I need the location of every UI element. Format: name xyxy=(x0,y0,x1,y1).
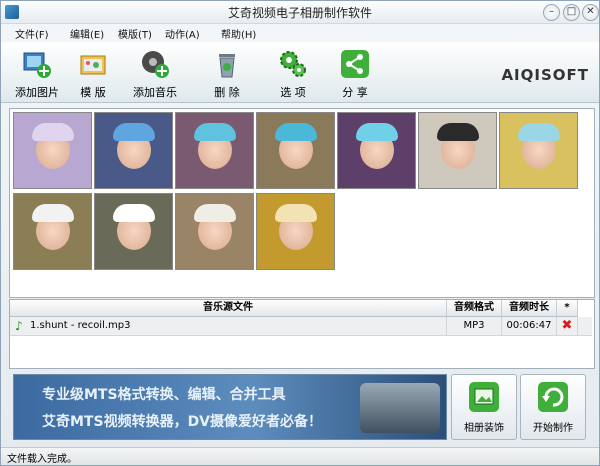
start-making-button[interactable]: 开始制作 xyxy=(520,374,586,440)
column-header-duration[interactable]: 音频时长 xyxy=(502,300,557,317)
recycle-bin-icon xyxy=(219,54,235,78)
menu-template[interactable]: 模版(T) xyxy=(118,26,152,41)
add-music-button[interactable]: 添加音乐 xyxy=(119,42,191,102)
music-format: MP3 xyxy=(447,317,502,335)
share-icon xyxy=(341,50,369,78)
column-header-file[interactable]: 音乐源文件 xyxy=(10,300,447,317)
menu-edit[interactable]: 编辑(E) xyxy=(70,26,104,41)
photo-thumbnail[interactable] xyxy=(94,193,173,270)
photo-thumbnail[interactable] xyxy=(256,112,335,189)
maximize-button[interactable]: □ xyxy=(563,4,580,21)
photo-thumbnail[interactable] xyxy=(94,112,173,189)
decorate-label: 相册装饰 xyxy=(464,423,504,434)
add-photo-icon xyxy=(23,52,51,78)
row-file-cell: ♪ 1.shunt - recoil.mp3 xyxy=(10,317,447,335)
close-button[interactable]: ✕ xyxy=(582,4,599,21)
music-note-icon: ♪ xyxy=(15,319,23,333)
photo-thumbnail[interactable] xyxy=(13,193,92,270)
start-icon xyxy=(538,382,568,412)
delete-button[interactable]: 删 除 xyxy=(191,42,263,102)
decorate-icon xyxy=(469,382,499,412)
decorate-album-button[interactable]: 相册装饰 xyxy=(451,374,517,440)
menu-action[interactable]: 动作(A) xyxy=(165,26,200,41)
music-duration: 00:06:47 xyxy=(502,317,557,335)
toolbar: 添加图片 模 版 添加音乐 删 除 选 项 分 享 AIQISOFT xyxy=(1,42,599,103)
add-music-icon xyxy=(142,51,169,78)
minimize-button[interactable]: – xyxy=(543,4,560,21)
photo-grid xyxy=(9,108,595,298)
photo-hat xyxy=(275,204,317,222)
photo-hat xyxy=(113,204,155,222)
status-bar: 文件载入完成。 xyxy=(1,447,599,465)
photo-hat xyxy=(518,123,560,141)
music-file-name: 1.shunt - recoil.mp3 xyxy=(30,320,131,331)
photo-hat xyxy=(356,123,398,141)
delete-label: 删 除 xyxy=(214,86,240,99)
menu-file[interactable]: 文件(F) xyxy=(15,26,49,41)
start-label: 开始制作 xyxy=(533,423,573,434)
share-label: 分 享 xyxy=(342,86,368,99)
banner-line-1: 专业级MTS格式转换、编辑、合并工具 xyxy=(42,387,286,403)
share-button[interactable]: 分 享 xyxy=(319,42,391,102)
photo-thumbnail[interactable] xyxy=(175,193,254,270)
window-title: 艾奇视频电子相册制作软件 xyxy=(227,6,372,20)
template-icon xyxy=(80,55,106,75)
camcorder-image xyxy=(360,383,440,433)
photo-hat xyxy=(32,123,74,141)
title-bar: 艾奇视频电子相册制作软件 – □ ✕ xyxy=(1,1,599,24)
menu-help[interactable]: 帮助(H) xyxy=(221,26,256,41)
photo-hat xyxy=(194,123,236,141)
music-table: 音乐源文件 音频格式 音频时长 * ♪ 1.shunt - recoil.mp3… xyxy=(9,299,595,369)
app-window: 艾奇视频电子相册制作软件 – □ ✕ 文件(F) 编辑(E) 模版(T) 动作(… xyxy=(0,0,600,466)
photo-thumbnail[interactable] xyxy=(256,193,335,270)
photo-thumbnail[interactable] xyxy=(418,112,497,189)
menu-bar: 文件(F) 编辑(E) 模版(T) 动作(A) 帮助(H) xyxy=(1,24,599,42)
table-row[interactable]: ♪ 1.shunt - recoil.mp3 MP3 00:06:47 ✖ xyxy=(10,317,592,336)
photo-thumbnail[interactable] xyxy=(13,112,92,189)
column-header-format[interactable]: 音频格式 xyxy=(447,300,502,317)
brand-logo: AIQISOFT xyxy=(501,66,589,84)
banner-line-2: 艾奇MTS视频转换器，DV摄像爱好者必备！ xyxy=(42,414,323,430)
remove-music-icon[interactable]: ✖ xyxy=(557,317,578,335)
gears-icon xyxy=(280,51,306,77)
photo-hat xyxy=(437,123,479,141)
column-header-star[interactable]: * xyxy=(557,300,578,317)
photo-thumbnail[interactable] xyxy=(175,112,254,189)
ad-banner[interactable]: 专业级MTS格式转换、编辑、合并工具 艾奇MTS视频转换器，DV摄像爱好者必备！ xyxy=(13,374,447,440)
photo-hat xyxy=(194,204,236,222)
photo-hat xyxy=(113,123,155,141)
photo-hat xyxy=(32,204,74,222)
add-music-label: 添加音乐 xyxy=(133,86,177,99)
photo-hat xyxy=(275,123,317,141)
photo-thumbnail[interactable] xyxy=(499,112,578,189)
status-text: 文件载入完成。 xyxy=(7,454,77,465)
photo-thumbnail[interactable] xyxy=(337,112,416,189)
